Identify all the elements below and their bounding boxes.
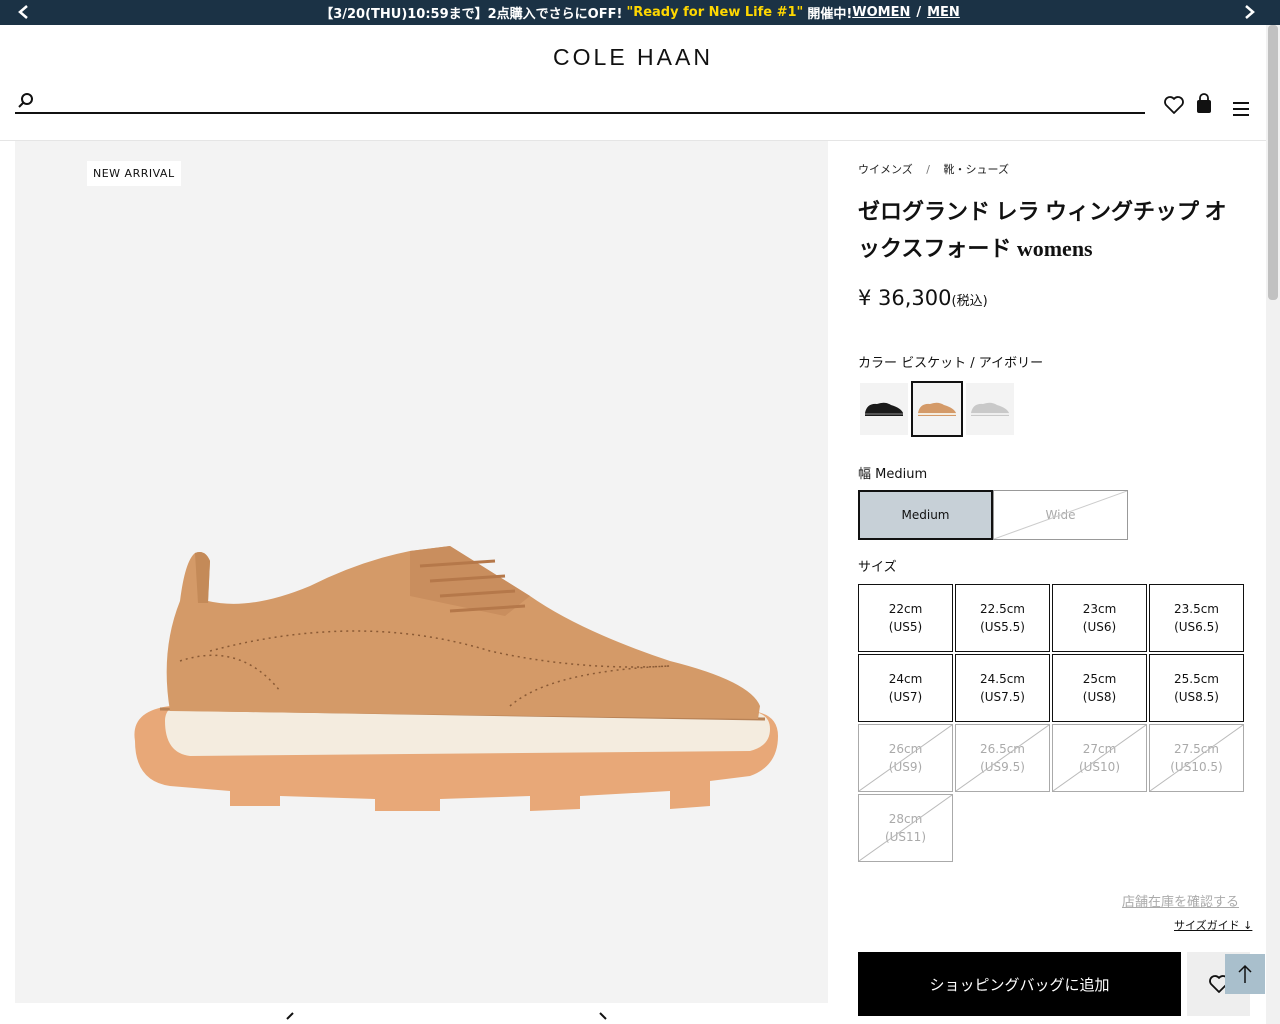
promo-bar: 【3/20(THU)10:59まで】2点購入でさらにOFF! "Ready fo…	[0, 0, 1280, 25]
width-option-wide[interactable]: Wide	[993, 490, 1128, 540]
price-value: ¥ 36,300	[858, 286, 952, 310]
product-image-gallery[interactable]: NEW ARRIVAL	[15, 141, 828, 1003]
breadcrumb-item-shoes[interactable]: 靴・シューズ	[944, 163, 1009, 176]
size-cm: 23cm	[1082, 602, 1117, 616]
size-cm: 28cm	[888, 812, 923, 826]
product-price: ¥ 36,300(税込)	[858, 286, 988, 310]
size-option[interactable]: 24cm (US7)	[858, 654, 953, 722]
size-option[interactable]: 27.5cm (US10.5)	[1149, 724, 1244, 792]
size-option[interactable]: 27cm (US10)	[1052, 724, 1147, 792]
scrollbar-thumb[interactable]	[1268, 25, 1278, 300]
breadcrumb: ウイメンズ / 靴・シューズ	[858, 161, 1009, 177]
gallery-prev-icon[interactable]	[283, 1012, 297, 1024]
size-cm: 27.5cm	[1173, 742, 1219, 756]
size-us: (US9)	[888, 760, 923, 774]
add-to-bag-label: ショッピングバッグに追加	[929, 975, 1110, 994]
color-label: カラー ビスケット / アイボリー	[858, 356, 1044, 371]
promo-highlight: "Ready for New Life #1"	[626, 5, 804, 20]
size-option[interactable]: 22cm (US5)	[858, 584, 953, 652]
size-us: (US8.5)	[1174, 690, 1219, 704]
size-cm: 23.5cm	[1173, 602, 1219, 616]
width-option-label: Medium	[901, 508, 950, 522]
shoe-thumbnail-silver	[971, 402, 1009, 416]
color-swatch-silver[interactable]	[966, 383, 1014, 435]
size-cm: 24cm	[888, 672, 923, 686]
size-us: (US7)	[888, 690, 923, 704]
size-us: (US11)	[884, 830, 927, 844]
size-cm: 26cm	[888, 742, 923, 756]
size-us: (US9.5)	[980, 760, 1025, 774]
brand-logo[interactable]: COLE HAAN	[0, 44, 1266, 71]
promo-separator: /	[916, 5, 922, 20]
color-swatch-black[interactable]	[860, 383, 908, 435]
size-us: (US8)	[1082, 690, 1117, 704]
size-option[interactable]: 25.5cm (US8.5)	[1149, 654, 1244, 722]
size-us: (US6.5)	[1174, 620, 1219, 634]
arrow-up-icon	[1238, 964, 1252, 983]
chevron-left-icon[interactable]	[15, 3, 33, 21]
promo-link-women[interactable]: WOMEN	[852, 5, 910, 20]
search-input[interactable]	[41, 92, 1141, 112]
width-option-label: Wide	[1045, 508, 1076, 522]
size-option[interactable]: 28cm (US11)	[858, 794, 953, 862]
size-cm: 22cm	[888, 602, 923, 616]
breadcrumb-separator: /	[926, 163, 930, 176]
color-swatch-biscuit[interactable]	[911, 381, 963, 437]
size-us: (US7.5)	[980, 690, 1025, 704]
promo-text: 【3/20(THU)10:59まで】2点購入でさらにOFF!	[320, 7, 623, 22]
size-us: (US5)	[888, 620, 923, 634]
search-icon[interactable]	[17, 92, 35, 110]
size-option[interactable]: 24.5cm (US7.5)	[955, 654, 1050, 722]
back-to-top-button[interactable]	[1225, 954, 1265, 994]
gallery-next-icon[interactable]	[596, 1012, 610, 1024]
shoe-thumbnail-black	[865, 402, 903, 416]
size-cm: 26.5cm	[979, 742, 1025, 756]
page-scrollbar[interactable]	[1266, 25, 1280, 1024]
shopping-bag-icon[interactable]	[1194, 93, 1216, 115]
size-us: (US6)	[1082, 620, 1117, 634]
size-cm: 24.5cm	[979, 672, 1025, 686]
size-cm: 25cm	[1082, 672, 1117, 686]
breadcrumb-item-womens[interactable]: ウイメンズ	[858, 163, 913, 176]
size-option[interactable]: 26.5cm (US9.5)	[955, 724, 1050, 792]
shoe-thumbnail-biscuit	[918, 402, 956, 416]
search-bar[interactable]	[15, 92, 1145, 114]
new-arrival-badge: NEW ARRIVAL	[87, 161, 181, 186]
check-store-stock-link[interactable]: 店舗在庫を確認する	[1122, 891, 1239, 910]
width-label: 幅 Medium	[858, 467, 928, 482]
size-option[interactable]: 26cm (US9)	[858, 724, 953, 792]
product-shoe-image	[134, 546, 778, 811]
size-option[interactable]: 23.5cm (US6.5)	[1149, 584, 1244, 652]
size-guide-link[interactable]: サイズガイド ↓	[1174, 917, 1252, 933]
size-us: (US5.5)	[980, 620, 1025, 634]
tax-note: (税込)	[951, 294, 988, 309]
size-option[interactable]: 22.5cm (US5.5)	[955, 584, 1050, 652]
add-to-bag-button[interactable]: ショッピングバッグに追加	[858, 952, 1181, 1016]
size-us: (US10.5)	[1170, 760, 1223, 774]
width-option-medium[interactable]: Medium	[858, 490, 993, 540]
size-option[interactable]: 23cm (US6)	[1052, 584, 1147, 652]
product-title: ゼログランド レラ ウィングチップ オックスフォード womens	[858, 199, 1227, 261]
promo-text-after: 開催中!	[807, 7, 853, 22]
size-cm: 25.5cm	[1173, 672, 1219, 686]
promo-link-men[interactable]: MEN	[927, 5, 960, 20]
chevron-right-icon[interactable]	[1240, 3, 1258, 21]
wishlist-heart-icon[interactable]	[1163, 94, 1185, 116]
size-label: サイズ	[858, 560, 897, 575]
size-cm: 22.5cm	[979, 602, 1025, 616]
size-cm: 27cm	[1082, 742, 1117, 756]
size-option[interactable]: 25cm (US8)	[1052, 654, 1147, 722]
menu-hamburger-icon[interactable]	[1231, 98, 1253, 120]
size-us: (US10)	[1078, 760, 1121, 774]
